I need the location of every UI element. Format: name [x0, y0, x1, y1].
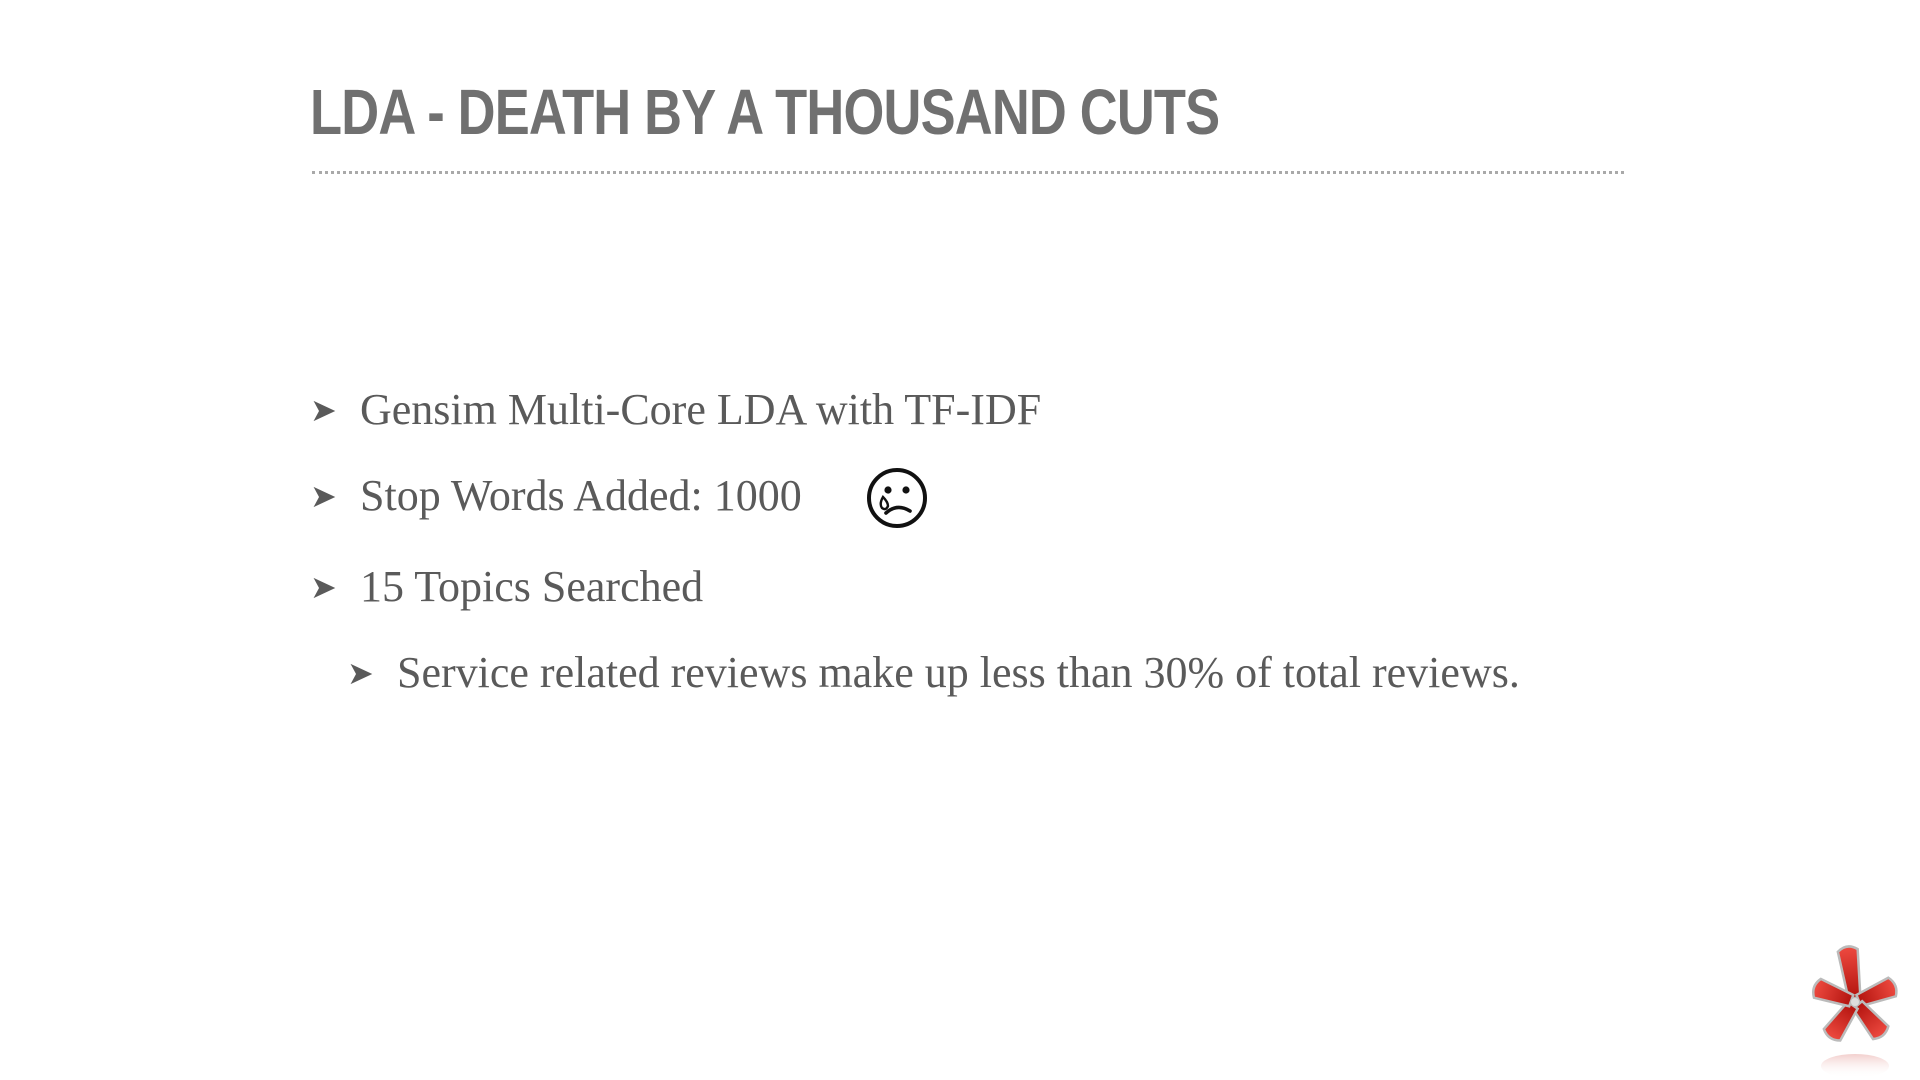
bullet-text: Stop Words Added: 1000: [360, 466, 928, 531]
yelp-burst-logo: [1811, 945, 1898, 1078]
bullet-list: ➤ Gensim Multi-Core LDA with TF-IDF ➤ St…: [310, 380, 1610, 729]
bullet-item: ➤ Gensim Multi-Core LDA with TF-IDF: [310, 380, 1610, 440]
title-divider: [312, 171, 1624, 174]
bullet-text: 15 Topics Searched: [360, 561, 704, 611]
arrow-bullet-icon: ➤: [347, 653, 374, 692]
bullet-text: Service related reviews make up less tha…: [397, 647, 1520, 697]
slide: LDA - DEATH BY A THOUSAND CUTS ➤ Gensim …: [0, 0, 1920, 1080]
arrow-bullet-icon: ➤: [310, 391, 337, 429]
arrow-bullet-icon: ➤: [310, 567, 337, 606]
bullet-text-value: Stop Words Added: 1000: [360, 471, 802, 520]
arrow-bullet-icon: ➤: [310, 477, 337, 515]
bullet-text: Gensim Multi-Core LDA with TF-IDF: [360, 385, 1042, 434]
sub-bullet-item: ➤ Service related reviews make up less t…: [347, 643, 1610, 703]
slide-title: LDA - DEATH BY A THOUSAND CUTS: [310, 76, 1220, 148]
sad-face-icon: [866, 467, 927, 528]
bullet-item: ➤ Stop Words Added: 1000: [310, 466, 1610, 531]
bullet-item: ➤ 15 Topics Searched: [310, 557, 1610, 617]
